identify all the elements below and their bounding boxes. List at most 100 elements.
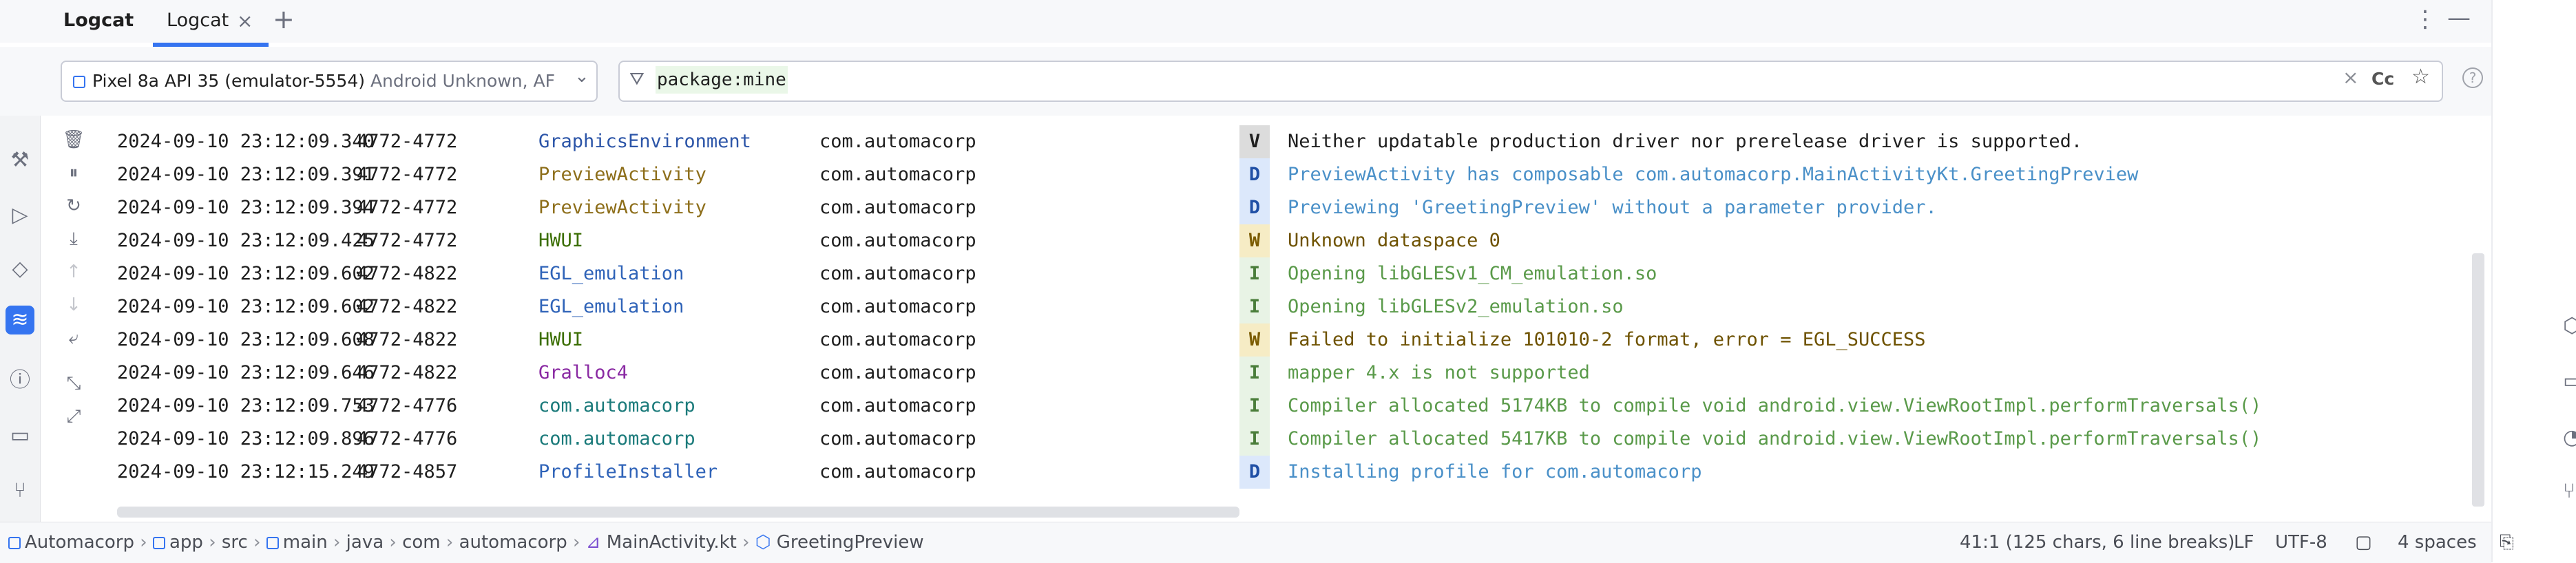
log-list[interactable]: 2024-09-10 23:12:09.340 4772-4772 Graphics… <box>102 118 2471 504</box>
breadcrumb-project[interactable]: Automacorp <box>25 532 134 553</box>
logcat-icon[interactable]: ≋ <box>6 306 34 334</box>
status-bar: Automacorp › app › src › main › java › c… <box>0 522 2514 563</box>
log-row[interactable]: 2024-09-10 23:12:09.753 4772-4776 com.auto… <box>102 390 2471 423</box>
device-selector[interactable]: Pixel 8a API 35 (emulator-5554) Android … <box>61 61 598 102</box>
log-tag: EGL_emulation <box>538 296 684 317</box>
log-level-badge: D <box>1239 158 1270 191</box>
up-arrow-icon[interactable]: ↑ <box>61 259 87 285</box>
log-level-badge: W <box>1239 224 1270 257</box>
match-case-toggle[interactable]: Cc <box>2371 69 2394 89</box>
log-tag: EGL_emulation <box>538 263 684 284</box>
log-level-badge: W <box>1239 323 1270 357</box>
tool-window-title: Logcat <box>63 10 134 31</box>
add-tab-icon[interactable]: + <box>273 4 295 34</box>
notifications-icon[interactable]: ◔ <box>2563 425 2576 449</box>
terminal-icon[interactable]: ▭ <box>2563 369 2576 393</box>
git-icon[interactable]: ⑂ <box>6 476 34 505</box>
help-icon[interactable]: ? <box>2462 67 2483 88</box>
breadcrumb-main[interactable]: main <box>283 532 328 553</box>
log-level-badge: V <box>1239 125 1270 158</box>
wrap-icon[interactable]: ⤶ <box>61 325 87 351</box>
log-package: com.automacorp <box>819 197 976 218</box>
caret-position[interactable]: 41:1 (125 chars, 6 line breaks) <box>1960 522 2234 562</box>
breadcrumb-file[interactable]: MainActivity.kt <box>607 532 737 553</box>
log-timestamp: 2024-09-10 23:12:09.646 <box>117 362 375 383</box>
collapse-icon[interactable]: ⤡ <box>61 370 87 396</box>
log-message: Unknown dataspace 0 <box>1288 230 1500 251</box>
log-pid-tid: 4772-4772 <box>357 197 458 218</box>
filter-query[interactable]: package:mine <box>656 66 788 94</box>
log-tag: com.automacorp <box>538 428 695 449</box>
log-row[interactable]: 2024-09-10 23:12:09.896 4772-4776 com.auto… <box>102 423 2471 456</box>
minimize-icon[interactable]: — <box>2447 4 2471 32</box>
log-level-badge: D <box>1239 191 1270 224</box>
log-level-badge: I <box>1239 257 1270 290</box>
logcat-toolbar: 🗑 ⏸ ↻ ⤓ ↑ ↓ ⤶ ⤡ ⤢ <box>56 118 91 524</box>
line-ending[interactable]: LF <box>2234 522 2254 562</box>
log-tag: Gralloc4 <box>538 362 629 383</box>
lock-icon[interactable]: ⎘ <box>2500 522 2514 562</box>
device-name: Pixel 8a API 35 (emulator-5554) <box>92 71 365 91</box>
breadcrumb-module[interactable]: app <box>169 532 203 553</box>
down-arrow-icon[interactable]: ↓ <box>61 292 87 318</box>
log-tag: ProfileInstaller <box>538 461 718 482</box>
terminal-icon[interactable]: ▭ <box>6 421 34 450</box>
device-icon <box>73 76 85 88</box>
scroll-to-end-icon[interactable]: ⤓ <box>61 226 87 252</box>
more-options-icon[interactable]: ⋮ <box>2413 6 2437 33</box>
log-row[interactable]: 2024-09-10 23:12:09.602 4772-4822 EGL_emul… <box>102 290 2471 323</box>
breadcrumb-function[interactable]: GreetingPreview <box>777 532 924 553</box>
log-row[interactable]: 2024-09-10 23:12:09.425 4772-4772 HWUI com.… <box>102 224 2471 257</box>
breadcrumb-src[interactable]: src <box>222 532 248 553</box>
log-message: Neither updatable production driver nor … <box>1288 131 2083 152</box>
log-row[interactable]: 2024-09-10 23:12:09.394 4772-4772 PreviewA… <box>102 191 2471 224</box>
favorite-filter-icon[interactable]: ☆ <box>2411 65 2430 89</box>
log-row[interactable]: 2024-09-10 23:12:09.602 4772-4822 EGL_emul… <box>102 257 2471 290</box>
hammer-icon[interactable]: ⚒ <box>6 146 34 175</box>
file-encoding[interactable]: UTF-8 <box>2275 522 2327 562</box>
log-package: com.automacorp <box>819 362 976 383</box>
log-level-badge: D <box>1239 456 1270 489</box>
right-tool-strip: ⬡ ▭ ◔ ⑂ <box>2491 0 2576 562</box>
log-tag: PreviewActivity <box>538 197 706 218</box>
chevron-down-icon[interactable]: ⌄ <box>574 66 589 87</box>
breadcrumb-package[interactable]: automacorp <box>459 532 567 553</box>
logcat-filter-input[interactable] <box>618 61 2443 102</box>
log-row[interactable]: 2024-09-10 23:12:09.391 4772-4772 PreviewA… <box>102 158 2471 191</box>
log-tag: com.automacorp <box>538 395 695 416</box>
breadcrumb[interactable]: Automacorp › app › src › main › java › c… <box>8 522 924 562</box>
pause-icon[interactable]: ⏸ <box>61 160 87 186</box>
project-icon <box>8 536 21 549</box>
device-manager-icon[interactable]: ⑂ <box>2563 479 2575 503</box>
log-row[interactable]: 2024-09-10 23:12:15.249 4772-4857 ProfileI… <box>102 456 2471 489</box>
log-pid-tid: 4772-4857 <box>357 461 458 482</box>
readonly-icon[interactable]: ▢ <box>2355 522 2372 562</box>
clear-filter-icon[interactable]: × <box>2343 66 2358 89</box>
gradle-icon[interactable]: ⬡ <box>2563 314 2576 338</box>
problems-icon[interactable]: ⓘ <box>6 366 34 395</box>
breadcrumb-java[interactable]: java <box>346 532 384 553</box>
log-row[interactable]: 2024-09-10 23:12:09.340 4772-4772 Graphics… <box>102 125 2471 158</box>
log-row[interactable]: 2024-09-10 23:12:09.646 4772-4822 Gralloc4… <box>102 357 2471 390</box>
log-pid-tid: 4772-4822 <box>357 263 458 284</box>
indent-setting[interactable]: 4 spaces <box>2398 522 2477 562</box>
log-tag: GraphicsEnvironment <box>538 131 751 152</box>
restart-icon[interactable]: ↻ <box>61 193 87 219</box>
gem-icon[interactable]: ◇ <box>6 255 34 284</box>
log-level-badge: I <box>1239 423 1270 456</box>
log-package: com.automacorp <box>819 461 976 482</box>
log-package: com.automacorp <box>819 230 976 251</box>
vertical-scrollbar[interactable] <box>2472 253 2484 507</box>
log-tag: HWUI <box>538 230 584 251</box>
log-pid-tid: 4772-4822 <box>357 362 458 383</box>
log-timestamp: 2024-09-10 23:12:09.391 <box>117 164 375 185</box>
close-tab-icon[interactable]: × <box>237 10 253 32</box>
filter-icon[interactable]: ⛛ <box>629 69 645 90</box>
trash-icon[interactable]: 🗑 <box>61 127 87 153</box>
breadcrumb-com[interactable]: com <box>402 532 441 553</box>
horizontal-scrollbar[interactable] <box>117 507 1239 518</box>
log-row[interactable]: 2024-09-10 23:12:09.608 4772-4822 HWUI com.… <box>102 323 2471 357</box>
tab-logcat[interactable]: Logcat <box>167 7 229 34</box>
run-icon[interactable]: ▷ <box>6 201 34 230</box>
expand-icon[interactable]: ⤢ <box>61 403 87 429</box>
